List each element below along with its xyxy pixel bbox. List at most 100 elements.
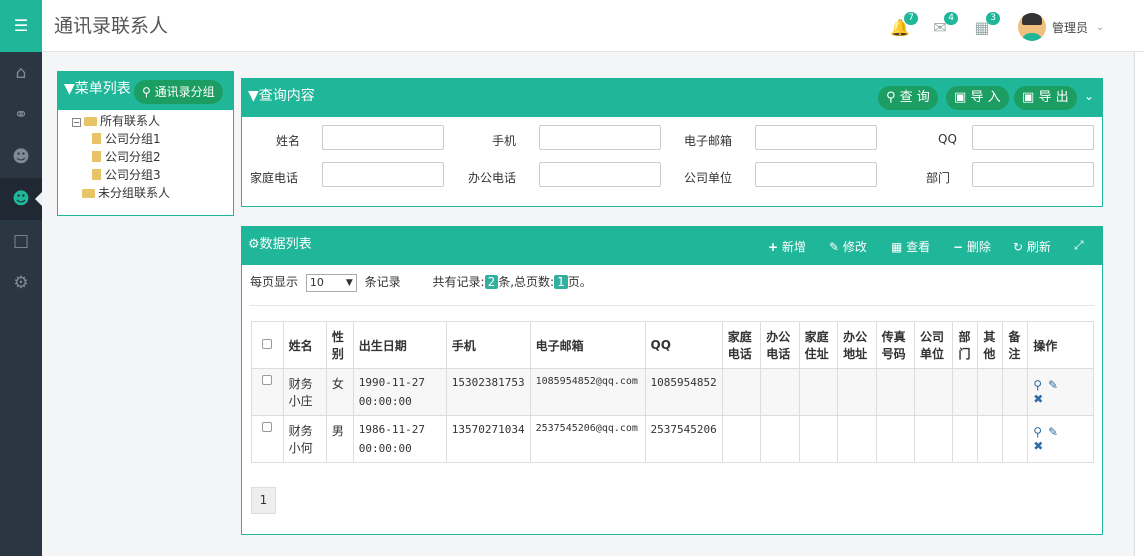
cell-qq: 2537545206	[644, 415, 723, 463]
divider	[250, 305, 1094, 306]
tree-node-group[interactable]: 公司分组3	[72, 166, 170, 184]
export-button[interactable]: ▣ 导 出	[1014, 86, 1077, 110]
lock-icon[interactable]: □	[0, 220, 42, 262]
calendar-icon[interactable]: ▦ 3	[972, 12, 1000, 38]
search-button[interactable]: ⚲ 查 询	[878, 86, 938, 110]
table-row[interactable]: 财务小何 男 1986-11-27 00:00:00 13570271034 2…	[251, 415, 1094, 463]
menu-toggle-icon[interactable]: ☰	[0, 0, 42, 52]
column-header[interactable]: 其他	[977, 321, 1004, 369]
import-button[interactable]: ▣ 导 入	[946, 86, 1009, 110]
column-header[interactable]: 电子邮箱	[529, 321, 646, 369]
page-size-label: 每页显示	[250, 275, 299, 289]
menu-panel-header: ▼菜单列表 ⚲ 通讯录分组	[58, 72, 233, 110]
total-pages-unit: 页。	[567, 275, 592, 289]
cell-email: 2537545206@qq.com	[529, 415, 646, 463]
minus-icon: −	[953, 240, 964, 254]
select-all-checkbox[interactable]	[251, 321, 284, 369]
qq-input[interactable]	[972, 125, 1094, 150]
data-panel: ⚙数据列表 + 新增 ✎ 修改 ▦ 查看 − 删除 ↻ 刷新 ⤢ 每页显示 10…	[241, 226, 1103, 535]
delete-icon[interactable]: ✖	[1033, 439, 1043, 453]
mobile-input[interactable]	[539, 125, 661, 150]
row-checkbox[interactable]	[251, 368, 284, 416]
tree-node-group[interactable]: 公司分组1	[72, 130, 170, 148]
cell-name: 财务小何	[282, 415, 327, 463]
company-input[interactable]	[755, 162, 877, 187]
label-qq: QQ	[938, 132, 957, 146]
plus-icon: +	[768, 240, 779, 254]
column-header[interactable]: 家庭电话	[721, 321, 762, 369]
add-button[interactable]: + 新增	[768, 238, 806, 255]
column-header[interactable]: 性别	[325, 321, 354, 369]
column-header[interactable]: 姓名	[282, 321, 327, 369]
refresh-icon: ↻	[1013, 240, 1024, 254]
query-panel: ▼查询内容 ⚲ 查 询 ▣ 导 入 ▣ 导 出 ⌄ 姓名 手机 电子邮箱 QQ …	[241, 78, 1103, 207]
contacts-table: 姓名 性别 出生日期 手机 电子邮箱 QQ 家庭电话 办公电话 家庭住址 办公地…	[251, 321, 1094, 463]
scrollbar[interactable]	[1134, 52, 1144, 556]
column-header[interactable]: 传真号码	[875, 321, 916, 369]
column-header[interactable]: 手机	[445, 321, 531, 369]
label-home-phone: 家庭电话	[250, 171, 299, 185]
office-phone-input[interactable]	[539, 162, 661, 187]
folder-icon	[82, 189, 95, 198]
sidebar: ⌂ ⚭ ☻ ☻ □ ⚙	[0, 52, 42, 556]
label-department: 部门	[926, 171, 951, 185]
tree-node-ungrouped[interactable]: 未分组联系人	[72, 184, 170, 202]
column-header[interactable]: 部门	[952, 321, 979, 369]
email-input[interactable]	[755, 125, 877, 150]
label-name: 姓名	[276, 134, 301, 148]
search-icon: ⚲	[142, 85, 151, 99]
column-header[interactable]: 出生日期	[352, 321, 447, 369]
edit-icon[interactable]: ✎	[1048, 378, 1058, 392]
export-icon: ▣	[1022, 90, 1035, 105]
column-header[interactable]: 家庭住址	[798, 321, 839, 369]
column-header[interactable]: 办公地址	[837, 321, 877, 369]
cell-mobile: 13570271034	[445, 415, 531, 463]
cell-email: 1085954852@qq.com	[529, 368, 646, 416]
view-button[interactable]: ▦ 查看	[891, 238, 930, 255]
file-icon	[92, 169, 101, 180]
label-company: 公司单位	[684, 171, 733, 185]
filter-icon: ▼	[248, 88, 259, 104]
collapse-icon[interactable]: −	[72, 118, 81, 127]
label-email: 电子邮箱	[684, 134, 733, 148]
top-bar: ☰ 通讯录联系人 🔔 7 ✉ 4 ▦ 3 管理员 ⌄	[0, 0, 1144, 52]
column-header[interactable]: QQ	[644, 321, 723, 369]
refresh-button[interactable]: ↻ 刷新	[1013, 238, 1051, 255]
home-icon[interactable]: ⌂	[0, 52, 42, 94]
page-size-select[interactable]: 10 ▼	[305, 274, 357, 292]
contacts-icon[interactable]: ☻	[0, 178, 42, 220]
table-row[interactable]: 财务小庄 女 1990-11-27 00:00:00 15302381753 1…	[251, 368, 1094, 416]
cell-qq: 1085954852	[644, 368, 723, 416]
mail-icon[interactable]: ✉ 4	[930, 12, 958, 38]
cogs-icon: ⚙	[248, 237, 260, 252]
menu-panel: ▼菜单列表 ⚲ 通讯录分组 − 所有联系人 公司分组1 公司分组2 公司分组3 未…	[57, 71, 234, 216]
settings-icon[interactable]: ⚙	[0, 262, 42, 304]
delete-button[interactable]: − 删除	[953, 238, 991, 255]
pagination-page[interactable]: 1	[251, 487, 276, 514]
chevron-down-icon[interactable]: ⌄	[1084, 89, 1094, 103]
edit-button[interactable]: ✎ 修改	[829, 238, 867, 255]
name-input[interactable]	[322, 125, 444, 150]
fullscreen-icon[interactable]: ⤢	[1074, 238, 1084, 253]
delete-icon[interactable]: ✖	[1033, 392, 1043, 406]
user-menu[interactable]: 管理员 ⌄	[1018, 12, 1104, 42]
users-icon[interactable]: ☻	[0, 136, 42, 178]
total-pages-count: 1	[554, 275, 568, 289]
department-input[interactable]	[972, 162, 1094, 187]
column-header[interactable]: 备注	[1002, 321, 1029, 369]
chevron-down-icon: ⌄	[1096, 21, 1105, 33]
view-icon[interactable]: ⚲	[1033, 378, 1042, 392]
bell-icon[interactable]: 🔔 7	[890, 12, 918, 38]
home-phone-input[interactable]	[322, 162, 444, 187]
tree-node-root[interactable]: − 所有联系人	[72, 112, 170, 130]
tree-node-group[interactable]: 公司分组2	[72, 148, 170, 166]
column-header[interactable]: 办公电话	[760, 321, 800, 369]
row-checkbox[interactable]	[251, 415, 284, 463]
view-icon[interactable]: ⚲	[1033, 425, 1042, 439]
globe-icon[interactable]: ⚭	[0, 94, 42, 136]
folder-icon	[84, 117, 97, 126]
calendar-badge: 3	[986, 12, 1000, 25]
edit-icon[interactable]: ✎	[1048, 425, 1058, 439]
contact-group-button[interactable]: ⚲ 通讯录分组	[134, 80, 223, 104]
column-header[interactable]: 公司单位	[914, 321, 954, 369]
